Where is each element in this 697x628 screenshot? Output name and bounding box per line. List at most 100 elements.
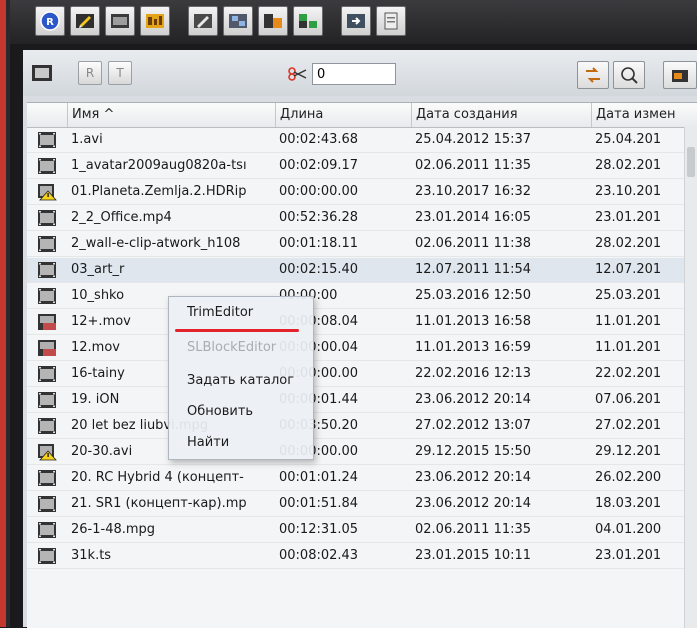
cell-created: 02.06.2011 11:35 bbox=[415, 158, 532, 173]
warning-file-icon bbox=[38, 444, 57, 461]
table-row[interactable]: 1.avi 00:02:43.68 25.04.2012 15:37 25.04.20… bbox=[27, 128, 697, 153]
header-modified[interactable]: Дата измен bbox=[591, 103, 697, 127]
table-row[interactable]: 12.mov 00:00:00.04 11.01.2013 16:59 11.01.2… bbox=[27, 336, 697, 361]
cell-name: 1.avi bbox=[71, 132, 103, 147]
warning-file-icon bbox=[38, 184, 57, 201]
media-browser-panel: R T Имя ^ Длина Дата создания Дата измен… bbox=[23, 50, 697, 628]
table-row[interactable]: 03_art_r 00:02:15.40 12.07.2011 11:54 12.07… bbox=[27, 258, 697, 283]
cell-length: 00:08:02.43 bbox=[279, 548, 359, 563]
cell-created: 23.10.2017 16:32 bbox=[415, 184, 532, 199]
header-name[interactable]: Имя ^ bbox=[67, 103, 275, 127]
menu-item-refresh[interactable]: Обновить bbox=[187, 404, 253, 419]
trim-icon bbox=[264, 14, 282, 28]
t-icon: T bbox=[116, 66, 124, 80]
video-file-icon bbox=[38, 548, 56, 564]
edit-list-icon bbox=[672, 70, 688, 82]
menu-item-find[interactable]: Найти bbox=[187, 435, 229, 450]
video-file-icon bbox=[38, 418, 56, 434]
audio-button[interactable] bbox=[140, 6, 170, 36]
table-row[interactable]: 20 let bez liubvi.mpg 00:03:50.20 27.02.20… bbox=[27, 414, 697, 439]
video-file-icon bbox=[38, 366, 56, 382]
cell-created: 23.01.2014 16:05 bbox=[415, 210, 532, 225]
grid-icon bbox=[229, 14, 247, 28]
svg-text:R: R bbox=[46, 17, 54, 28]
edit-button[interactable] bbox=[70, 6, 100, 36]
cell-created: 23.01.2015 10:11 bbox=[415, 548, 532, 563]
cell-length: 00:02:43.68 bbox=[279, 132, 359, 147]
cell-length: 00:02:09.17 bbox=[279, 158, 359, 173]
grid-button[interactable] bbox=[223, 6, 253, 36]
cell-modified: 22.02.201 bbox=[595, 366, 662, 381]
video-file-icon bbox=[38, 288, 56, 304]
sync-button[interactable] bbox=[577, 61, 609, 89]
record-button[interactable]: R bbox=[35, 6, 65, 36]
cell-created: 29.12.2015 15:50 bbox=[415, 444, 532, 459]
cell-created: 02.06.2011 11:35 bbox=[415, 522, 532, 537]
table-row[interactable]: 20. RC Hybrid 4 (концепт- 00:01:01.24 23.0… bbox=[27, 466, 697, 491]
render-icon bbox=[194, 14, 212, 28]
filter-scissors-icon bbox=[288, 67, 307, 81]
header-length[interactable]: Длина bbox=[275, 103, 411, 127]
t-filter-button[interactable]: T bbox=[108, 61, 132, 85]
table-row[interactable]: 16-tainy 00:00:00.00 22.02.2016 12:13 22.02… bbox=[27, 362, 697, 387]
main-toolbar: R bbox=[10, 0, 697, 44]
cell-modified: 28.02.201 bbox=[595, 236, 662, 251]
video-file-icon bbox=[38, 262, 56, 278]
table-row[interactable]: 10_shko00:00:0025.03.2016 12:5025.03.201 bbox=[27, 284, 697, 309]
split-button[interactable] bbox=[293, 6, 323, 36]
timeline-button[interactable] bbox=[105, 6, 135, 36]
cell-created: 22.02.2016 12:13 bbox=[415, 366, 532, 381]
cell-name: 03_art_r bbox=[71, 262, 125, 277]
table-row[interactable]: 31k.ts 00:08:02.43 23.01.2015 10:11 23.01.2… bbox=[27, 544, 697, 569]
browser-toolbar: R T bbox=[23, 50, 697, 96]
table-row[interactable]: 21. SR1 (концепт-кар).mp 00:01:51.84 23.06… bbox=[27, 492, 697, 517]
trim-button[interactable] bbox=[258, 6, 288, 36]
cell-length: 00:12:31.05 bbox=[279, 522, 359, 537]
video-file-icon bbox=[38, 470, 56, 486]
film-strip-icon bbox=[32, 65, 52, 81]
cell-name: 20. RC Hybrid 4 (концепт- bbox=[71, 470, 244, 485]
cell-created: 12.07.2011 11:54 bbox=[415, 262, 532, 277]
context-menu: TrimEditor SLBlockEditor Задать каталог … bbox=[168, 296, 314, 460]
render-button[interactable] bbox=[188, 6, 218, 36]
export-button[interactable] bbox=[341, 6, 371, 36]
vertical-scrollbar[interactable] bbox=[684, 127, 697, 628]
cell-name: 1_avatar2009aug0820a-tsı bbox=[71, 158, 247, 173]
cell-created: 11.01.2013 16:58 bbox=[415, 314, 532, 329]
cell-length: 00:00:00.00 bbox=[279, 184, 359, 199]
scroll-thumb[interactable] bbox=[687, 147, 695, 177]
cell-modified: 25.04.201 bbox=[595, 132, 662, 147]
r-filter-button[interactable]: R bbox=[78, 61, 102, 85]
header-icon-column bbox=[27, 103, 67, 127]
search-button[interactable] bbox=[613, 61, 645, 89]
cell-modified: 28.02.201 bbox=[595, 158, 662, 173]
table-row[interactable]: 26-1-48.mpg 00:12:31.05 02.06.2011 11:35 04… bbox=[27, 518, 697, 543]
table-row[interactable]: 1_avatar2009aug0820a-tsı 00:02:09.17 02.06… bbox=[27, 154, 697, 179]
video-file-icon bbox=[38, 496, 56, 512]
sync-icon bbox=[586, 67, 600, 83]
edit-list-button[interactable] bbox=[663, 61, 697, 89]
mov-file-icon bbox=[38, 314, 56, 330]
cell-name: 26-1-48.mpg bbox=[71, 522, 156, 537]
table-header: Имя ^ Длина Дата создания Дата измен bbox=[27, 103, 697, 128]
menu-item-set-folder[interactable]: Задать каталог bbox=[187, 373, 294, 388]
record-icon: R bbox=[40, 11, 60, 31]
menu-item-slblockeditor: SLBlockEditor bbox=[187, 340, 277, 355]
cell-modified: 12.07.201 bbox=[595, 262, 662, 277]
table-row[interactable]: 2_wall-e-clip-atwork_h108 00:01:18.11 02.0… bbox=[27, 232, 697, 257]
video-file-icon bbox=[38, 392, 56, 408]
media-table: Имя ^ Длина Дата создания Дата измен 1.a… bbox=[27, 102, 697, 628]
header-created[interactable]: Дата создания bbox=[411, 103, 591, 127]
document-button[interactable] bbox=[376, 6, 406, 36]
cell-name: 2_wall-e-clip-atwork_h108 bbox=[71, 236, 241, 251]
table-row[interactable]: 01.Planeta.Zemlja.2.HDRip 00:00:00.00 23.1… bbox=[27, 180, 697, 205]
table-row[interactable]: 19. iON 00:00:01.44 23.06.2012 20:14 07.06.… bbox=[27, 388, 697, 413]
menu-item-trimeditor[interactable]: TrimEditor bbox=[187, 305, 253, 320]
table-row[interactable]: 12+.mov 00:00:08.04 11.01.2013 16:58 11.01.… bbox=[27, 310, 697, 335]
table-row[interactable]: 2_2_Office.mp4 00:52:36.28 23.01.2014 16:0… bbox=[27, 206, 697, 231]
table-row[interactable]: 20-30.avi 00:00:00.00 29.12.2015 15:50 29.1… bbox=[27, 440, 697, 465]
filter-input[interactable] bbox=[312, 63, 396, 85]
cell-length: 00:01:51.84 bbox=[279, 496, 359, 511]
r-icon: R bbox=[85, 66, 95, 80]
cell-modified: 23.01.201 bbox=[595, 548, 662, 563]
